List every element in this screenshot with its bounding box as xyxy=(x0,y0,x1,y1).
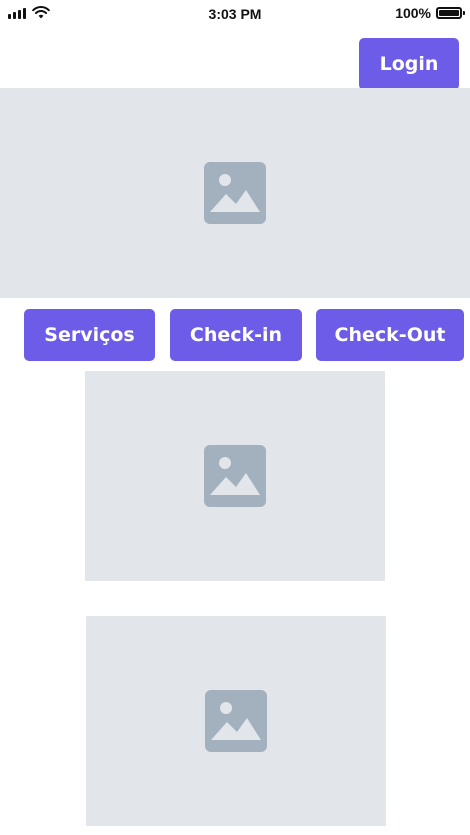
content-image-1 xyxy=(85,371,385,581)
hero-image xyxy=(0,88,470,298)
login-button[interactable]: Login xyxy=(359,38,459,90)
image-placeholder-icon xyxy=(204,162,266,224)
check-out-button[interactable]: Check-Out xyxy=(316,309,464,361)
battery-percent: 100% xyxy=(395,5,431,21)
battery-icon xyxy=(436,7,465,19)
servicos-button[interactable]: Serviços xyxy=(24,309,155,361)
battery-fill xyxy=(439,10,459,16)
image-placeholder-icon xyxy=(204,445,266,507)
status-right: 100% xyxy=(395,5,465,21)
image-placeholder-icon xyxy=(205,690,267,752)
check-in-button[interactable]: Check-in xyxy=(170,309,302,361)
status-bar: 3:03 PM 100% xyxy=(0,0,470,30)
content-image-2 xyxy=(86,616,386,826)
